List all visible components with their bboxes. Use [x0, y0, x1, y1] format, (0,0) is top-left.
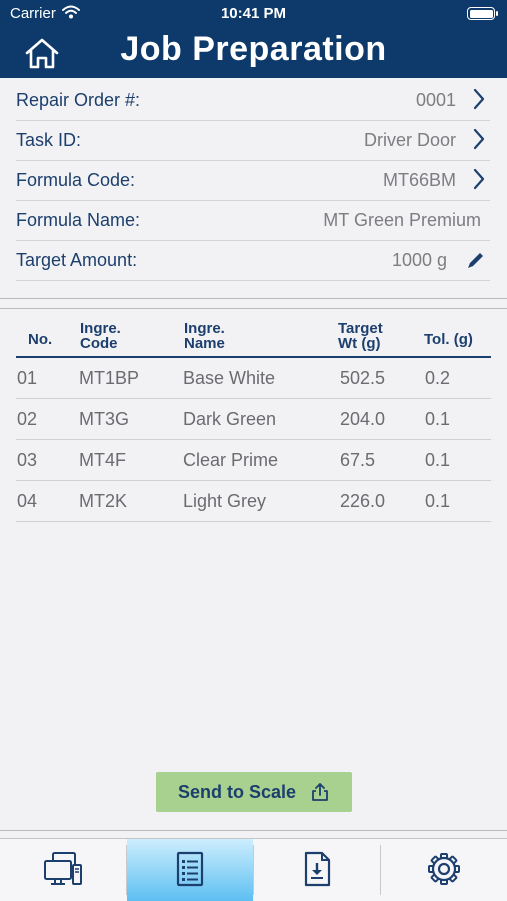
- cell-name: Dark Green: [183, 409, 277, 429]
- tab-devices[interactable]: [0, 839, 126, 901]
- cell-no: 03: [17, 450, 38, 470]
- task-id-label: Task ID:: [16, 130, 82, 150]
- task-id-row[interactable]: Task ID: Driver Door: [16, 120, 490, 161]
- formula-code-label: Formula Code:: [16, 170, 136, 190]
- document-download-icon: [304, 851, 331, 887]
- cell-no: 01: [17, 368, 38, 388]
- cell-target: 67.5: [340, 450, 376, 470]
- repair-order-label: Repair Order #:: [16, 90, 141, 110]
- repair-order-row[interactable]: Repair Order #: 0001: [16, 80, 490, 121]
- header-code-line1: Ingre.: [80, 320, 121, 337]
- header-name: Ingre. Name: [184, 321, 225, 351]
- table-row[interactable]: 01 MT1BP Base White 502.5 0.2: [16, 358, 491, 399]
- formula-name-row: Formula Name: MT Green Premium: [16, 200, 490, 241]
- cell-code: MT4F: [79, 450, 126, 470]
- repair-order-value: 0001: [415, 90, 456, 110]
- cell-no: 04: [17, 491, 38, 511]
- header-tol: Tol. (g): [424, 331, 473, 348]
- chevron-right-icon[interactable]: [473, 128, 485, 150]
- page-title: Job Preparation: [120, 30, 387, 68]
- send-to-scale-button[interactable]: Send to Scale: [156, 772, 352, 812]
- clock: 10:41 PM: [220, 5, 287, 22]
- formula-code-value: MT66BM: [382, 170, 456, 190]
- cell-target: 226.0: [340, 491, 386, 511]
- cell-no: 02: [17, 409, 38, 429]
- job-details-form: Repair Order #: 0001 Task ID: Driver Doo…: [0, 80, 507, 300]
- cell-target: 204.0: [340, 409, 386, 429]
- cell-tol: 0.2: [425, 368, 451, 388]
- target-amount-label: Target Amount:: [16, 250, 138, 270]
- gear-icon: [428, 853, 460, 885]
- document-list-icon: [176, 851, 204, 887]
- tab-settings[interactable]: [381, 839, 507, 901]
- nav-bar: Job Preparation: [0, 28, 507, 78]
- share-icon: [312, 783, 328, 801]
- tab-download[interactable]: [254, 839, 380, 901]
- header-name-line2: Name: [184, 335, 225, 352]
- cell-code: MT1BP: [79, 368, 140, 388]
- table-row[interactable]: 02 MT3G Dark Green 204.0 0.1: [16, 399, 491, 440]
- task-id-value: Driver Door: [363, 130, 456, 150]
- bottom-divider: [0, 830, 507, 831]
- section-divider: [0, 308, 507, 309]
- cell-name: Clear Prime: [183, 450, 279, 470]
- cell-target: 502.5: [340, 368, 386, 388]
- cell-tol: 0.1: [425, 409, 451, 429]
- section-divider: [0, 298, 507, 299]
- cell-code: MT2K: [79, 491, 128, 511]
- chevron-right-icon[interactable]: [473, 88, 485, 110]
- cell-tol: 0.1: [425, 491, 451, 511]
- devices-icon: [44, 852, 82, 885]
- cell-name: Light Grey: [183, 491, 267, 511]
- pencil-icon[interactable]: [466, 250, 486, 270]
- formula-name-label: Formula Name:: [16, 210, 141, 230]
- formula-name-value: MT Green Premium: [323, 210, 481, 230]
- status-bar: Carrier 10:41 PM: [0, 0, 507, 28]
- cell-code: MT3G: [79, 409, 130, 429]
- header-code: Ingre. Code: [80, 321, 121, 351]
- header-code-line2: Code: [80, 335, 118, 352]
- battery-icon: [467, 7, 498, 20]
- target-amount-row[interactable]: Target Amount: 1000 g: [16, 240, 490, 281]
- header-target-line1: Target: [338, 320, 383, 337]
- header-name-line1: Ingre.: [184, 320, 225, 337]
- header-target: Target Wt (g): [338, 321, 383, 351]
- header-no: No.: [28, 331, 53, 348]
- cell-tol: 0.1: [425, 450, 451, 470]
- tab-bar: [0, 838, 507, 901]
- chevron-right-icon[interactable]: [473, 168, 485, 190]
- cell-name: Base White: [183, 368, 276, 388]
- tab-job-preparation[interactable]: [127, 839, 253, 901]
- target-amount-value: 1000 g: [391, 250, 447, 270]
- formula-code-row[interactable]: Formula Code: MT66BM: [16, 160, 490, 201]
- table-row[interactable]: 04 MT2K Light Grey 226.0 0.1: [16, 481, 491, 522]
- table-row[interactable]: 03 MT4F Clear Prime 67.5 0.1: [16, 440, 491, 481]
- send-to-scale-label: Send to Scale: [178, 782, 297, 802]
- header-target-line2: Wt (g): [338, 335, 381, 352]
